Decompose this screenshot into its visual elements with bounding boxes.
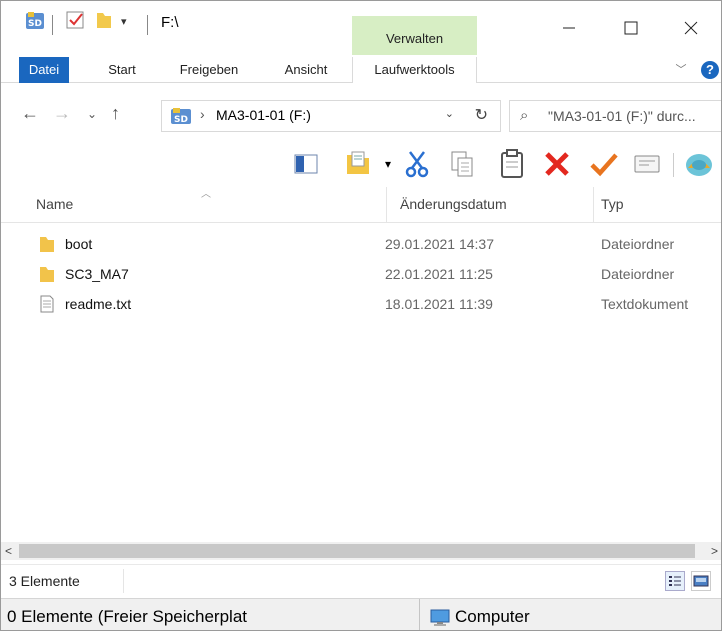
tab-ansicht[interactable]: Ansicht [273,57,339,83]
breadcrumb-chevron-icon[interactable]: › [200,106,205,122]
status-bar: 3 Elemente [1,564,721,596]
list-item[interactable]: readme.txt 18.01.2021 11:39 Textdokument [31,289,721,319]
sd-card-icon: SD [168,104,194,131]
text-file-icon [39,295,55,316]
toolbar-separator [673,153,674,177]
separator [52,15,53,35]
folder-icon [39,235,55,256]
preview-pane-icon[interactable] [291,149,321,179]
status-divider [123,569,124,593]
file-date: 18.01.2021 11:39 [385,296,493,312]
address-dropdown-icon[interactable]: ⌄ [445,107,454,120]
file-type: Dateiordner [601,236,675,252]
scrollbar-thumb[interactable] [19,544,695,558]
free-space-text: 0 Elemente (Freier Speicherplat [7,607,248,626]
new-folder-icon[interactable] [95,9,113,34]
search-box[interactable]: ⌕ "MA3-01-01 (F:)" durc... [509,100,721,132]
details-view-icon[interactable] [665,571,685,591]
recent-locations-chevron-icon[interactable]: ⌄ [87,107,97,121]
file-name: boot [65,236,93,252]
column-divider[interactable] [386,187,387,223]
search-placeholder: "MA3-01-01 (F:)" durc... [548,108,696,124]
column-headers: ︿ Name Änderungsdatum Typ [1,187,721,223]
scroll-left-icon[interactable]: < [5,542,12,560]
computer-icon [429,609,451,630]
scroll-right-icon[interactable]: > [711,542,718,560]
expand-ribbon-icon[interactable]: ﹀ [673,57,689,83]
folder-icon [39,265,55,286]
item-count: 3 Elemente [9,573,80,589]
refresh-icon[interactable]: ↻ [475,105,488,125]
toolbar: ▾ [1,145,721,183]
large-icons-view-icon[interactable] [691,571,711,591]
navigation-bar: ← → ⌄ ↑ SD › MA3-01-01 (F:) ⌄ ↻ ⌕ "MA3-0… [1,83,721,145]
horizontal-scrollbar[interactable]: < > [1,542,721,560]
separator [147,15,148,35]
list-item[interactable]: boot 29.01.2021 14:37 Dateiordner [31,229,721,259]
breadcrumb-drive[interactable]: MA3-01-01 (F:) [216,107,311,123]
svg-text:SD: SD [28,19,42,29]
file-name: readme.txt [65,296,132,312]
free-space-strip: 0 Elemente (Freier Speicherplat Computer [1,598,721,630]
tab-start[interactable]: Start [97,57,147,83]
copy-icon[interactable] [447,149,477,179]
context-tab-group-label: Verwalten [385,31,444,46]
help-button[interactable]: ? [701,61,719,79]
address-bar[interactable]: SD › MA3-01-01 (F:) ⌄ ↻ [161,100,501,132]
file-type: Dateiordner [601,266,675,282]
back-arrow-icon[interactable]: ← [21,103,39,124]
search-icon: ⌕ [520,107,529,124]
properties-check-icon[interactable] [587,149,621,179]
tab-freigeben[interactable]: Freigeben [169,57,249,83]
shell-shell-icon[interactable] [683,149,715,179]
list-item[interactable]: SC3_MA7 22.01.2021 11:25 Dateiordner [31,259,721,289]
rename-icon[interactable] [631,149,663,179]
sd-card-app-icon[interactable]: SD [23,9,47,36]
column-divider[interactable] [593,187,594,223]
paste-icon[interactable] [497,149,527,179]
file-date: 22.01.2021 11:25 [385,266,493,282]
svg-text:SD: SD [174,115,188,125]
column-date-modified[interactable]: Änderungsdatum [400,196,507,212]
folder-options-dropdown-icon[interactable]: ▾ [381,149,395,179]
file-type: Textdokument [601,296,689,312]
tab-datei[interactable]: Datei [19,57,69,83]
column-type[interactable]: Typ [601,196,624,212]
window-title: F:\ [161,14,179,31]
file-date: 29.01.2021 14:37 [385,236,494,252]
sort-ascending-icon: ︿ [201,189,211,200]
properties-check-icon[interactable] [65,9,87,34]
up-arrow-icon[interactable]: ↑ [111,103,120,124]
computer-label: Computer [455,607,530,626]
quick-access-dropdown-icon[interactable]: ▾ [121,15,127,28]
forward-arrow-icon[interactable]: → [53,103,71,124]
explorer-window: SD ▾ F:\ Verwalten Datei Start Freigeben… [0,0,722,631]
delete-icon[interactable] [541,149,573,179]
column-name[interactable]: Name [36,196,73,212]
tab-laufwerktools[interactable]: Laufwerktools [352,57,477,83]
close-button[interactable] [671,13,711,43]
context-tab-group-verwalten: Verwalten [352,16,477,55]
title-bar: SD ▾ F:\ Verwalten [1,1,721,57]
ribbon-tabs: Datei Start Freigeben Ansicht Laufwerkto… [1,57,721,83]
minimize-button[interactable] [549,13,589,43]
strip-divider [419,599,420,630]
maximize-button[interactable] [611,13,651,43]
cut-icon[interactable] [401,149,433,179]
folder-options-icon[interactable] [341,149,375,179]
file-name: SC3_MA7 [65,266,129,282]
